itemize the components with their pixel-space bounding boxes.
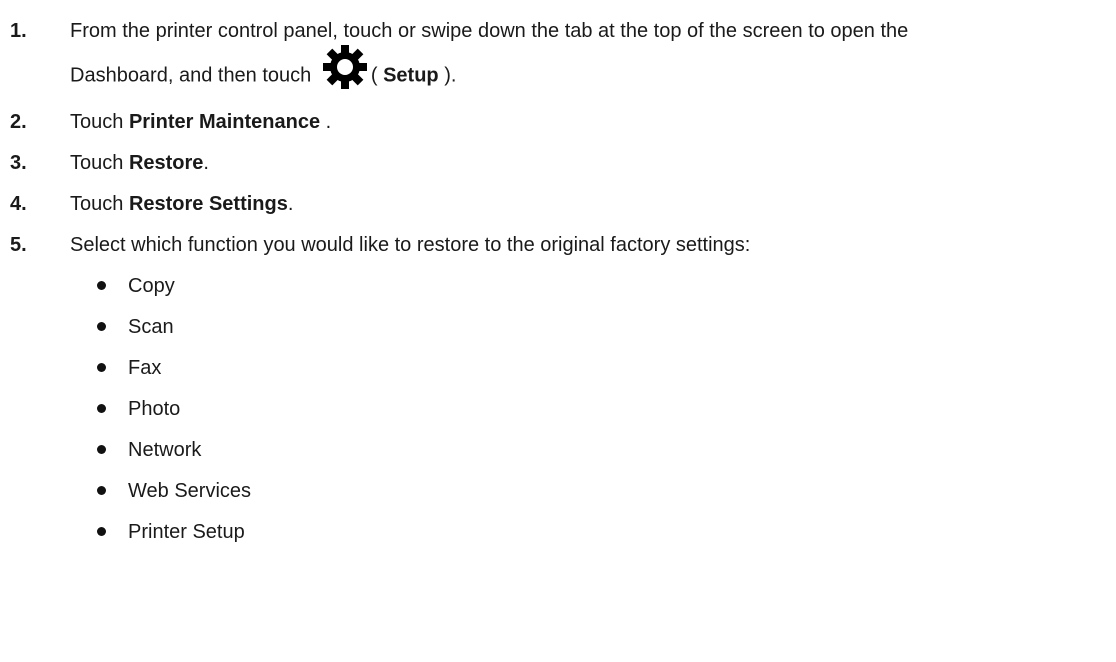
- paren-open: (: [370, 64, 378, 87]
- printer-maintenance-label: Printer Maintenance: [128, 111, 321, 133]
- step-text-before: Touch: [70, 152, 124, 174]
- step-text: Touch Restore Settings.: [70, 194, 1110, 214]
- step-text-line-2: Dashboard, and then touch ( Setup ).: [70, 45, 1110, 93]
- step-number: 1.: [10, 20, 27, 42]
- option-label: Printer Setup: [128, 521, 245, 543]
- step-number: 5.: [10, 234, 27, 256]
- bullet-icon: [97, 404, 106, 413]
- bullet-icon: [97, 322, 106, 331]
- bullet-icon: [97, 527, 106, 536]
- step-number: 4.: [10, 193, 27, 215]
- option-label: Photo: [128, 398, 181, 420]
- step-text-after: .: [287, 193, 294, 215]
- option-label: Scan: [128, 316, 174, 338]
- option-label: Network: [128, 439, 202, 461]
- step-text: Touch Restore.: [70, 153, 1110, 173]
- step-text-before: Touch: [70, 111, 124, 133]
- bullet-icon: [97, 363, 106, 372]
- step-text-before: Dashboard, and then touch: [70, 64, 312, 87]
- step-text-after: .: [320, 111, 332, 133]
- bullet-icon: [97, 486, 106, 495]
- instruction-document: 1. From the printer control panel, touch…: [0, 0, 1116, 662]
- step-number: 3.: [10, 152, 27, 174]
- step-number: 2.: [10, 111, 27, 133]
- step-text-before: Touch: [70, 193, 124, 215]
- option-label: Web Services: [128, 480, 252, 502]
- bullet-icon: [97, 445, 106, 454]
- setup-label: Setup: [383, 64, 439, 87]
- restore-label: Restore: [128, 152, 204, 174]
- restore-settings-label: Restore Settings: [128, 193, 288, 215]
- option-label: Fax: [128, 357, 162, 379]
- step-text-line-1: From the printer control panel, touch or…: [70, 20, 909, 42]
- gear-icon: [321, 43, 369, 91]
- step-text-after: .: [203, 152, 209, 174]
- step-text: Select which function you would like to …: [70, 234, 751, 256]
- step-text: Touch Printer Maintenance .: [70, 112, 1110, 132]
- step-text-after: ).: [444, 64, 457, 87]
- option-label: Copy: [128, 275, 175, 297]
- bullet-icon: [97, 281, 106, 290]
